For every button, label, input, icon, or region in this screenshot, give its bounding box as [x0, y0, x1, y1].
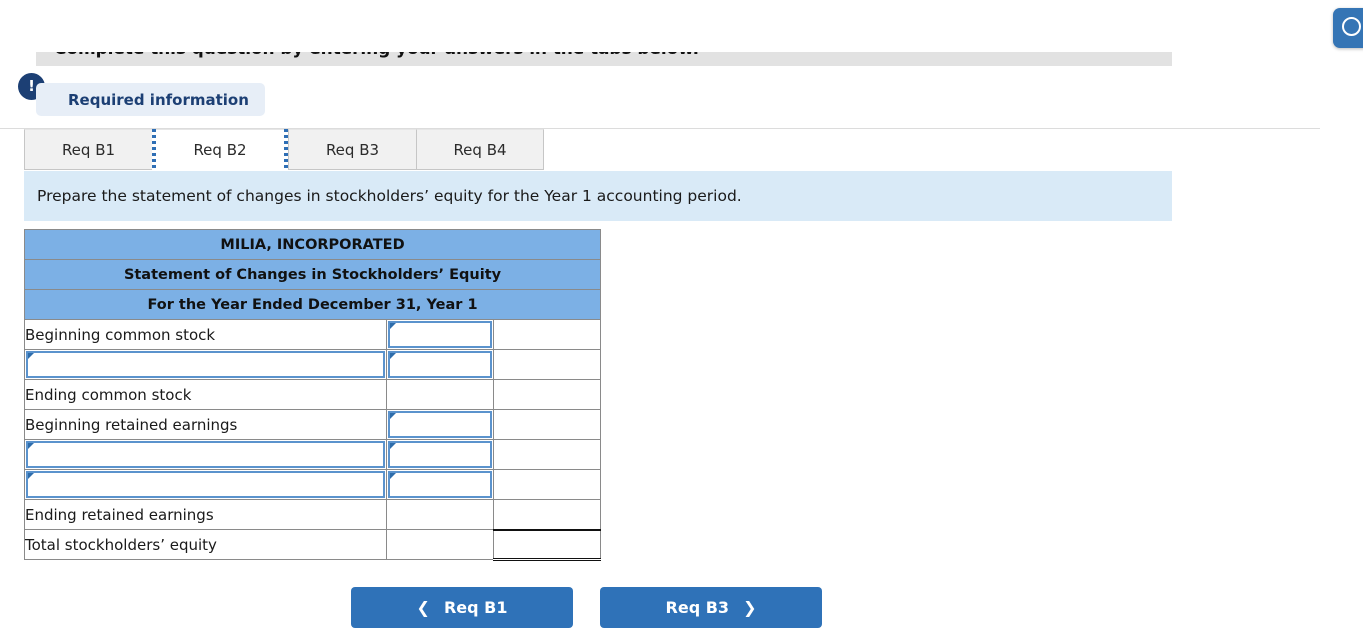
input-retained-earnings-change-label-1[interactable]	[26, 441, 387, 468]
input-field[interactable]	[398, 443, 492, 466]
requirement-instruction-text: Prepare the statement of changes in stoc…	[37, 187, 742, 205]
table-row: Beginning common stock	[24, 319, 602, 350]
table-title-row: Statement of Changes in Stockholders’ Eq…	[23, 259, 602, 290]
input-beginning-retained-earnings-amount[interactable]	[388, 411, 492, 438]
tab-req-b4[interactable]: Req B4	[416, 129, 544, 170]
tab-req-b3[interactable]: Req B3	[288, 129, 416, 170]
question-instruction-text: Complete this question by entering your …	[54, 52, 699, 59]
table-row: Total stockholders’ equity	[24, 528, 602, 561]
amount-cell-1[interactable]	[386, 469, 494, 500]
statement-subtitle: Statement of Changes in Stockholders’ Eq…	[23, 259, 602, 290]
amount-cell-1[interactable]	[386, 319, 494, 350]
amount-cell-1[interactable]	[386, 409, 494, 440]
next-requirement-label: Req B3	[665, 598, 730, 617]
amount-cell-2	[492, 469, 602, 500]
table-row: Beginning retained earnings	[24, 409, 602, 440]
input-field[interactable]	[398, 323, 492, 346]
input-retained-earnings-change-label-2[interactable]	[26, 471, 387, 498]
row-label-cell-editable[interactable]	[24, 349, 387, 380]
input-field[interactable]	[398, 353, 492, 376]
amount-cell-2	[492, 349, 602, 380]
required-information-banner: Required information	[36, 83, 265, 116]
tab-req-b2-label: Req B2	[193, 140, 247, 159]
amount-cell-2	[492, 409, 602, 440]
tab-req-b3-label: Req B3	[325, 140, 380, 159]
input-field[interactable]	[398, 413, 492, 436]
table-title-row: MILIA, INCORPORATED	[23, 229, 602, 260]
amount-cell-2	[492, 439, 602, 470]
row-label-total-stockholders-equity: Total stockholders’ equity	[24, 529, 387, 560]
help-circle-icon	[1342, 17, 1361, 36]
next-requirement-button[interactable]: Req B3 ❯	[600, 587, 822, 628]
row-label-beginning-common-stock: Beginning common stock	[24, 319, 387, 350]
amount-cell-2	[492, 319, 602, 350]
stockholders-equity-statement-table: MILIA, INCORPORATED Statement of Changes…	[23, 229, 602, 561]
chevron-left-icon: ❮	[416, 597, 430, 617]
row-label-beginning-retained-earnings: Beginning retained earnings	[24, 409, 387, 440]
input-beginning-common-stock-amount[interactable]	[388, 321, 492, 348]
amount-cell-2-total	[492, 528, 602, 561]
row-label-ending-common-stock: Ending common stock	[24, 379, 387, 410]
chevron-right-icon: ❯	[743, 597, 757, 617]
statement-period: For the Year Ended December 31, Year 1	[23, 289, 602, 320]
prev-requirement-button[interactable]: ❮ Req B1	[351, 587, 573, 628]
amount-cell-1	[386, 529, 494, 560]
amount-cell-1	[386, 499, 494, 530]
table-row: Ending common stock	[24, 379, 602, 410]
amount-cell-2	[492, 379, 602, 410]
tab-req-b1-label: Req B1	[61, 140, 116, 159]
input-field[interactable]	[36, 443, 387, 466]
table-row	[24, 469, 602, 500]
tab-req-b4-label: Req B4	[453, 140, 507, 159]
amount-cell-1[interactable]	[386, 439, 494, 470]
requirement-tabs: Req B1 Req B2 Req B3 Req B4	[24, 129, 544, 170]
row-label-ending-retained-earnings: Ending retained earnings	[24, 499, 387, 530]
input-common-stock-change-amount[interactable]	[388, 351, 492, 378]
prev-requirement-label: Req B1	[443, 598, 508, 617]
input-field[interactable]	[36, 353, 387, 376]
requirement-instruction-banner: Prepare the statement of changes in stoc…	[24, 171, 1172, 221]
input-common-stock-change-label[interactable]	[26, 351, 387, 378]
required-information-label: Required information	[68, 90, 249, 109]
tab-req-b2[interactable]: Req B2	[156, 129, 284, 170]
amount-cell-1	[386, 379, 494, 410]
amount-cell-1[interactable]	[386, 349, 494, 380]
table-title-row: For the Year Ended December 31, Year 1	[23, 289, 602, 320]
help-button[interactable]	[1333, 8, 1363, 48]
input-retained-earnings-change-amount-1[interactable]	[388, 441, 492, 468]
input-field[interactable]	[36, 473, 387, 496]
table-row: Ending retained earnings	[24, 499, 602, 530]
input-retained-earnings-change-amount-2[interactable]	[388, 471, 492, 498]
row-label-cell-editable[interactable]	[24, 469, 387, 500]
question-instruction-strip: Complete this question by entering your …	[36, 52, 1172, 66]
table-row	[24, 349, 602, 380]
amount-cell-2	[492, 499, 602, 530]
tab-req-b1[interactable]: Req B1	[24, 129, 152, 170]
row-label-cell-editable[interactable]	[24, 439, 387, 470]
table-row	[24, 439, 602, 470]
statement-company-name: MILIA, INCORPORATED	[23, 229, 602, 260]
input-field[interactable]	[398, 473, 492, 496]
